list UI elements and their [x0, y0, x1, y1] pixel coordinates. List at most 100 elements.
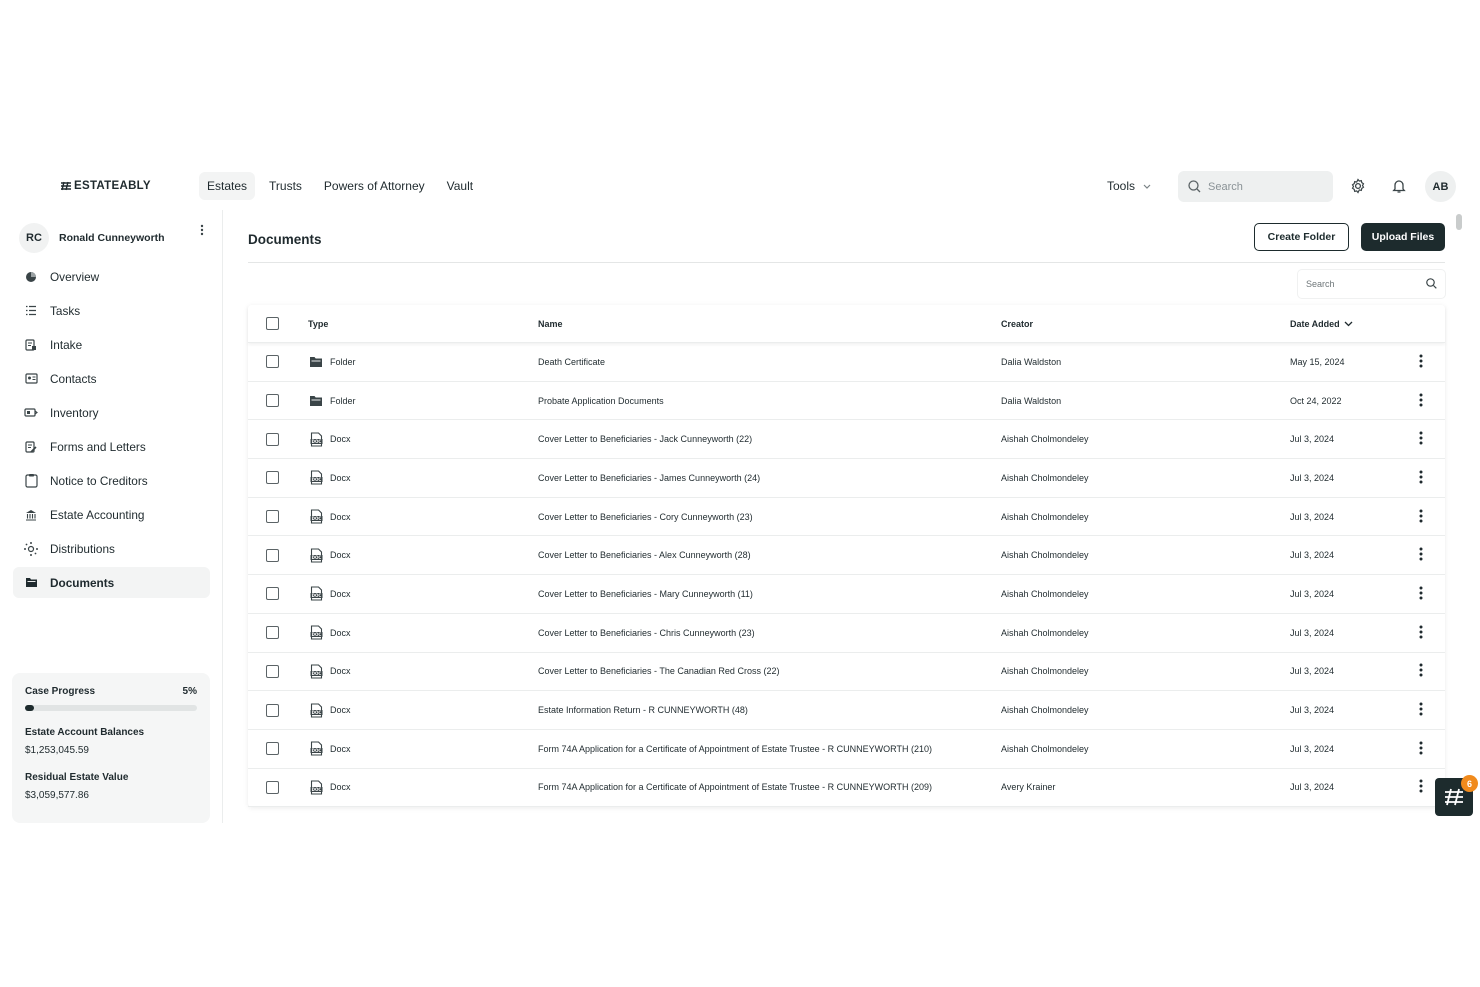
- user-avatar[interactable]: AB: [1425, 171, 1456, 202]
- sidebar-item-overview[interactable]: Overview: [13, 261, 210, 292]
- estate-menu-button[interactable]: [198, 223, 206, 242]
- column-header-name[interactable]: Name: [538, 319, 563, 329]
- table-row[interactable]: DOC Docx Cover Letter to Beneficiaries - J…: [248, 459, 1445, 498]
- name-cell[interactable]: Cover Letter to Beneficiaries - Cory Cun…: [538, 512, 753, 522]
- row-checkbox[interactable]: [266, 780, 279, 794]
- date-cell: Oct 24, 2022: [1290, 395, 1342, 406]
- creator-cell: Aishah Cholmondeley: [1001, 705, 1089, 716]
- create-folder-button[interactable]: Create Folder: [1254, 223, 1349, 251]
- table-row[interactable]: Folder Death Certificate Dalia Waldston May…: [248, 343, 1445, 382]
- row-checkbox[interactable]: [266, 626, 279, 640]
- notifications-button[interactable]: [1391, 178, 1407, 199]
- estate-header[interactable]: RC Ronald Cunneyworth: [19, 223, 214, 253]
- name-cell[interactable]: Cover Letter to Beneficiaries - Alex Cun…: [538, 550, 751, 560]
- table-row[interactable]: DOC Docx Form 74A Application for a Certif…: [248, 769, 1445, 808]
- case-progress-label: Case Progress: [25, 686, 96, 697]
- table-row[interactable]: DOC Docx Form 74A Application for a Certif…: [248, 730, 1445, 769]
- row-actions-button[interactable]: [1418, 779, 1424, 795]
- sidebar-item-forms-and-letters[interactable]: Forms and Letters: [13, 431, 210, 462]
- sidebar-item-label: Documents: [50, 575, 115, 590]
- column-header-creator[interactable]: Creator: [1001, 319, 1033, 329]
- row-actions-button[interactable]: [1418, 509, 1424, 525]
- name-cell[interactable]: Cover Letter to Beneficiaries - Chris Cu…: [538, 628, 755, 638]
- sidebar-item-documents[interactable]: Documents: [13, 567, 210, 598]
- row-checkbox[interactable]: [266, 510, 279, 524]
- row-checkbox[interactable]: [266, 471, 279, 485]
- folder-icon: [308, 354, 324, 370]
- table-search[interactable]: [1298, 270, 1445, 298]
- pie-icon: [23, 269, 39, 285]
- tools-dropdown[interactable]: Tools: [1107, 179, 1151, 193]
- chevron-down-icon: [1143, 184, 1151, 189]
- row-actions-button[interactable]: [1418, 586, 1424, 602]
- date-cell: Jul 3, 2024: [1290, 666, 1335, 677]
- row-actions-button[interactable]: [1418, 431, 1424, 447]
- nav-trusts[interactable]: Trusts: [261, 172, 310, 200]
- table-row[interactable]: DOC Docx Cover Letter to Beneficiaries - C…: [248, 498, 1445, 537]
- name-cell[interactable]: Cover Letter to Beneficiaries - Jack Cun…: [538, 434, 752, 444]
- row-actions-button[interactable]: [1418, 625, 1424, 641]
- global-search[interactable]: [1178, 171, 1333, 202]
- table-row[interactable]: DOC Docx Cover Letter to Beneficiaries - A…: [248, 536, 1445, 576]
- distributions-icon: [23, 541, 39, 557]
- select-all-checkbox[interactable]: [266, 317, 279, 330]
- name-cell[interactable]: Death Certificate: [538, 357, 605, 367]
- row-actions-button[interactable]: [1418, 470, 1424, 486]
- sidebar-item-intake[interactable]: Intake: [13, 329, 210, 360]
- row-checkbox[interactable]: [266, 742, 279, 756]
- scrollbar[interactable]: [1456, 214, 1462, 230]
- row-checkbox[interactable]: [266, 587, 279, 601]
- name-cell[interactable]: Estate Information Return - R CUNNEYWORT…: [538, 705, 748, 715]
- svg-text:DOC: DOC: [311, 593, 321, 598]
- row-actions-button[interactable]: [1418, 393, 1424, 409]
- table-row[interactable]: DOC Docx Cover Letter to Beneficiaries - T…: [248, 653, 1445, 692]
- creator-cell: Aishah Cholmondeley: [1001, 550, 1089, 561]
- upload-files-button[interactable]: Upload Files: [1361, 223, 1445, 251]
- row-actions-button[interactable]: [1418, 547, 1424, 563]
- column-header-type[interactable]: Type: [308, 319, 328, 329]
- table-row[interactable]: DOC Docx Cover Letter to Beneficiaries - M…: [248, 575, 1445, 614]
- row-checkbox[interactable]: [266, 432, 279, 446]
- folder-icon: [23, 575, 39, 591]
- sidebar-item-inventory[interactable]: Inventory: [13, 397, 210, 428]
- row-actions-button[interactable]: [1418, 354, 1424, 370]
- row-checkbox[interactable]: [266, 548, 279, 562]
- table-row[interactable]: DOC Docx Cover Letter to Beneficiaries - C…: [248, 614, 1445, 653]
- row-checkbox[interactable]: [266, 664, 279, 678]
- name-cell[interactable]: Probate Application Documents: [538, 396, 664, 406]
- row-checkbox[interactable]: [266, 355, 279, 369]
- table-search-input[interactable]: [1306, 279, 1421, 289]
- name-cell[interactable]: Cover Letter to Beneficiaries - The Cana…: [538, 666, 779, 676]
- column-header-date-added[interactable]: Date Added: [1290, 319, 1353, 329]
- date-cell: Jul 3, 2024: [1290, 627, 1335, 638]
- row-actions-button[interactable]: [1418, 702, 1424, 718]
- sidebar-item-tasks[interactable]: Tasks: [13, 295, 210, 326]
- name-cell[interactable]: Form 74A Application for a Certificate o…: [538, 782, 932, 792]
- row-checkbox[interactable]: [266, 394, 279, 408]
- name-cell[interactable]: Cover Letter to Beneficiaries - Mary Cun…: [538, 589, 753, 599]
- global-search-input[interactable]: [1208, 180, 1318, 193]
- name-cell[interactable]: Form 74A Application for a Certificate o…: [538, 744, 932, 754]
- case-progress-card: Case Progress 5% Estate Account Balances…: [12, 673, 210, 823]
- row-actions-button[interactable]: [1418, 741, 1424, 757]
- table-row[interactable]: DOC Docx Cover Letter to Beneficiaries - J…: [248, 420, 1445, 460]
- sidebar-item-distributions[interactable]: Distributions: [13, 533, 210, 564]
- list-icon: [23, 303, 39, 319]
- table-row[interactable]: DOC Docx Estate Information Return - R CUN…: [248, 691, 1445, 730]
- settings-button[interactable]: [1350, 178, 1366, 199]
- sidebar-item-notice-to-creditors[interactable]: Notice to Creditors: [13, 465, 210, 496]
- docx-file-icon: DOC: [308, 663, 324, 679]
- table-row[interactable]: Folder Probate Application Documents Dalia…: [248, 382, 1445, 421]
- row-checkbox[interactable]: [266, 703, 279, 717]
- nav-estates[interactable]: Estates: [199, 172, 256, 200]
- nav-powers-of-attorney[interactable]: Powers of Attorney: [316, 172, 433, 200]
- row-actions-button[interactable]: [1418, 663, 1424, 679]
- type-cell: DOC Docx: [308, 779, 351, 795]
- bell-icon: [1392, 180, 1406, 193]
- name-cell[interactable]: Cover Letter to Beneficiaries - James Cu…: [538, 473, 760, 483]
- sidebar-item-contacts[interactable]: Contacts: [13, 363, 210, 394]
- nav-vault[interactable]: Vault: [439, 172, 481, 200]
- brand-logo[interactable]: ESTATEABLY: [60, 180, 151, 192]
- search-icon: [1426, 278, 1437, 289]
- sidebar-item-estate-accounting[interactable]: Estate Accounting: [13, 499, 210, 530]
